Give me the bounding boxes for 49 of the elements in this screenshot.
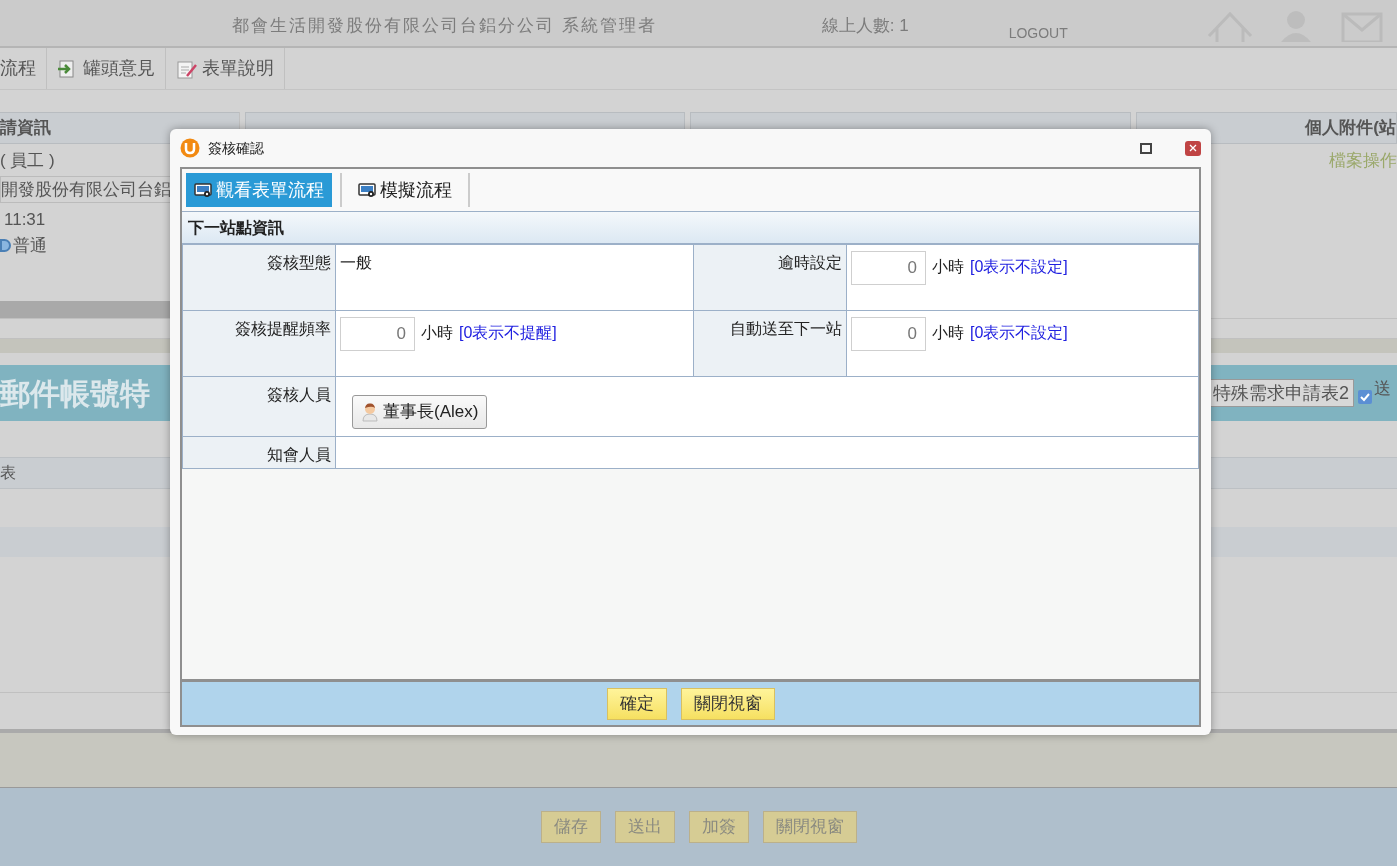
- hours-input[interactable]: 0: [851, 317, 926, 351]
- hint-text: [0表示不設定]: [970, 323, 1068, 343]
- logout-link[interactable]: LOGOUT: [1008, 23, 1068, 44]
- section-label: 表: [0, 463, 16, 483]
- person-icon: [361, 402, 379, 422]
- person-chip[interactable]: 董事長(Alex): [352, 395, 488, 429]
- unit-label: 小時: [421, 323, 453, 343]
- hint-text: [0表示不提醒]: [459, 323, 557, 343]
- dialog-button[interactable]: 確定: [606, 687, 667, 720]
- field-value: 一般: [340, 254, 372, 271]
- tab[interactable]: 模擬流程: [350, 173, 460, 207]
- hours-input[interactable]: 0: [340, 317, 415, 351]
- panel-title: 個人附件(站: [1305, 117, 1396, 140]
- maximize-button[interactable]: [1140, 142, 1152, 154]
- logo-icon: [180, 138, 200, 158]
- close-icon: [1189, 144, 1197, 152]
- field-label: 逾時設定: [778, 254, 842, 271]
- section-header: 下一站點資訊: [182, 212, 1199, 244]
- toolbar-button[interactable]: 流程: [0, 55, 36, 82]
- field-label: 簽核人員: [267, 386, 331, 403]
- hours-input[interactable]: 0: [851, 251, 926, 285]
- online-count: 線上人數: 1: [821, 14, 909, 37]
- monitor-icon: [358, 182, 376, 198]
- close-button[interactable]: [1185, 140, 1201, 156]
- radio-button[interactable]: [0, 238, 11, 252]
- unit-label: 小時: [932, 257, 964, 277]
- hint-text: [0表示不設定]: [970, 257, 1068, 277]
- field-label: 簽核提醒頻率: [235, 320, 331, 337]
- company-title: 都會生活開發股份有限公司台鋁分公司 系統管理者: [232, 14, 657, 37]
- time-text: 11:31: [4, 209, 46, 231]
- radio-label: 普通: [13, 234, 47, 257]
- toolbar-button[interactable]: 表單說明: [176, 55, 274, 82]
- toolbar-button[interactable]: 罐頭意見: [57, 55, 155, 82]
- panel-title: 請資訊: [0, 117, 51, 140]
- form-button[interactable]: 特殊需求申請表2: [1208, 379, 1354, 407]
- tab[interactable]: 觀看表單流程: [186, 173, 332, 207]
- applicant-role: ( 員工 ): [0, 150, 55, 172]
- check-icon: [1360, 392, 1370, 402]
- dialog-title: 簽核確認: [208, 138, 264, 158]
- send-label: 送: [1374, 378, 1391, 401]
- notepad-icon: [176, 58, 198, 79]
- monitor-icon: [194, 182, 212, 198]
- send-checkbox[interactable]: [1358, 390, 1372, 404]
- field-label: 知會人員: [267, 446, 331, 463]
- field-label: 簽核型態: [267, 254, 331, 271]
- field-label: 自動送至下一站: [730, 320, 842, 337]
- form-title: 郵件帳號特: [0, 375, 150, 412]
- dialog-button[interactable]: 關閉視窗: [680, 687, 775, 720]
- unit-label: 小時: [932, 323, 964, 343]
